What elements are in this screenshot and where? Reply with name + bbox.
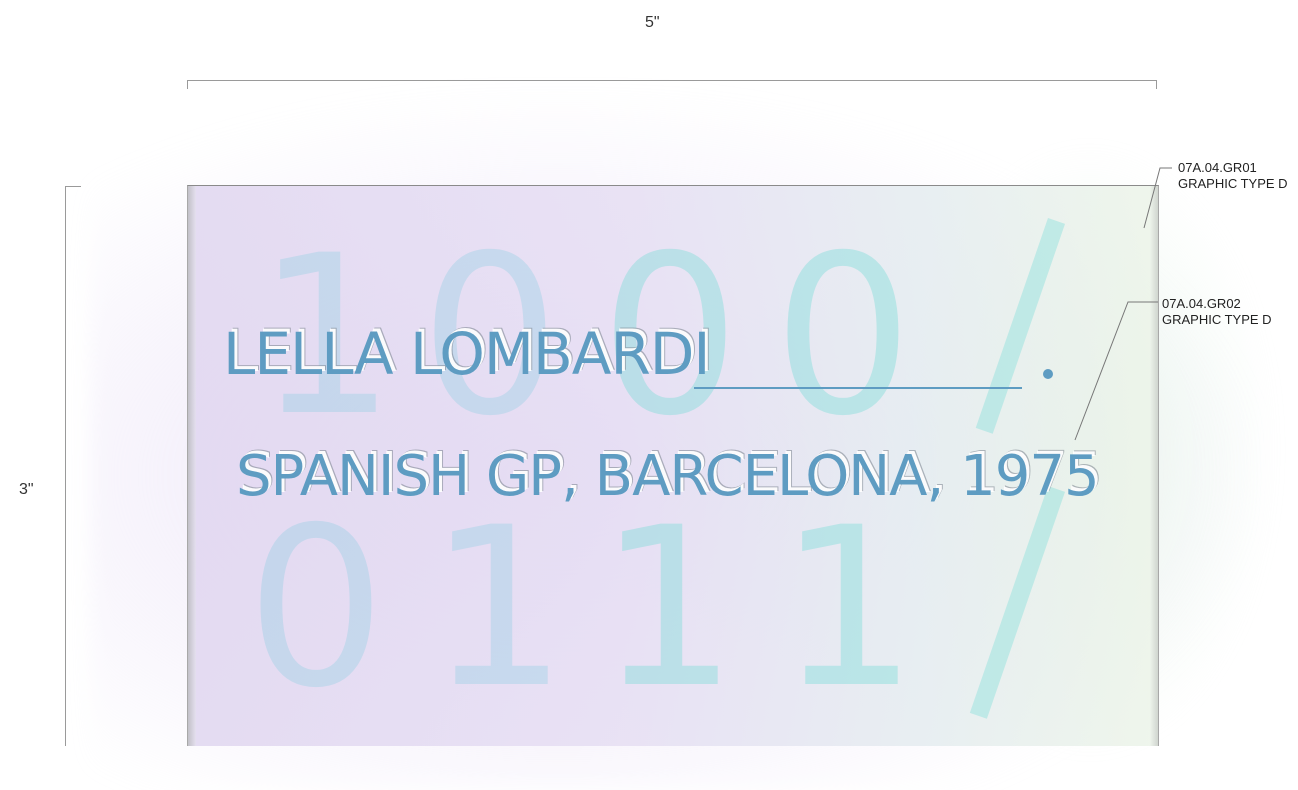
callout-gr02: 07A.04.GR02 GRAPHIC TYPE D bbox=[1162, 296, 1272, 328]
callout-type: GRAPHIC TYPE D bbox=[1162, 312, 1272, 327]
callout-leader-1 bbox=[1143, 167, 1172, 229]
callout-code: 07A.04.GR02 bbox=[1162, 296, 1241, 311]
callout-type: GRAPHIC TYPE D bbox=[1178, 176, 1288, 191]
callout-leaders bbox=[1074, 167, 1172, 441]
callout-code: 07A.04.GR01 bbox=[1178, 160, 1257, 175]
callout-leader-2 bbox=[1074, 301, 1158, 441]
callout-gr01: 07A.04.GR01 GRAPHIC TYPE D bbox=[1178, 160, 1288, 192]
